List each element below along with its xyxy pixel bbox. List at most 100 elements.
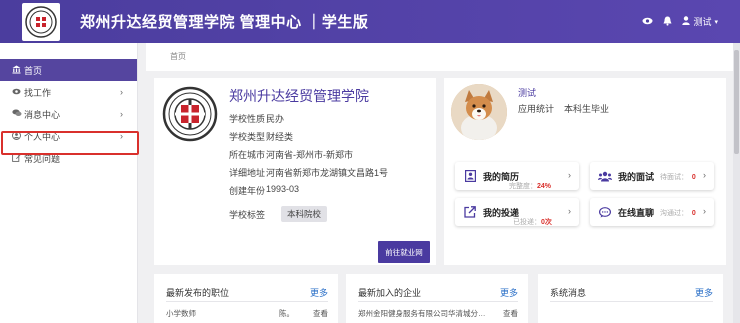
user-icon [682, 16, 691, 27]
user-major: 应用统计 [518, 104, 555, 114]
job-title: 小学数师 [166, 309, 196, 318]
breadcrumb: 首页 [146, 43, 733, 71]
info-value: 民办 [266, 114, 285, 124]
user-name: 测试 [693, 17, 712, 27]
my-resume-card[interactable]: 我的简历 完整度：24% › [455, 162, 579, 190]
sidebar-item-label: 找工作 [24, 87, 52, 98]
info-row-founded: 创建年份 1993-03 [229, 184, 299, 197]
section-title: 系统消息 [550, 288, 587, 298]
bank-icon [12, 65, 24, 76]
section-title: 最新加入的企业 [358, 288, 422, 298]
school-emblem-icon [162, 86, 218, 142]
chat-icon [12, 109, 24, 119]
interview-count: 待面试： 0 [660, 172, 696, 182]
info-value: 财经类 [266, 132, 294, 142]
user-education: 应用统计 本科生毕业 [518, 102, 609, 115]
quick-sub-value: 24% [537, 183, 552, 190]
scrollbar-thumb[interactable] [734, 50, 739, 154]
my-interview-card[interactable]: 我的面试 待面试： 0 › [590, 162, 714, 190]
school-info-card: 郑州升达经贸管理学院 学校性质 民办 学校类型 财经类 所在城市 河南省-郑州市… [154, 78, 436, 265]
info-value: 1993-03 [266, 184, 300, 194]
school-logo[interactable] [22, 2, 60, 41]
quick-label: 我的面试 [618, 171, 655, 182]
sidebar-item-home[interactable]: 首页 [0, 59, 137, 81]
user-degree: 本科生毕业 [564, 104, 610, 114]
users-icon [598, 169, 612, 183]
section-title: 最新发布的职位 [166, 288, 230, 298]
chat-count: 沟通过： 0 [660, 208, 696, 218]
avatar[interactable] [451, 84, 507, 140]
delivery-count: 已投递：0次 [513, 217, 552, 227]
info-value: 河南省-郑州市-新郑市 [266, 150, 353, 160]
chat-bubble-icon [598, 205, 612, 219]
info-key: 学校类型 [229, 132, 266, 142]
eye-icon[interactable] [642, 17, 653, 27]
quick-sub-value: 0 [691, 174, 696, 181]
quick-sub-label: 完整度： [509, 183, 537, 190]
school-tag: 本科院校 [281, 206, 328, 222]
sidebar: 首页 找工作 › 消息中心 › 个人中心 › 常见问题 [0, 43, 139, 323]
user-display-name: 测试 [518, 88, 537, 98]
info-key: 详细地址 [229, 168, 266, 178]
divider [358, 301, 518, 302]
resume-icon [463, 169, 477, 183]
quick-sub-value: 0次 [541, 219, 552, 226]
chevron-right-icon: › [120, 87, 123, 97]
user-menu[interactable]: 测试 ▾ [682, 15, 718, 28]
quick-label: 在线直聊 [618, 207, 655, 218]
highlight-outline [1, 131, 139, 155]
more-link[interactable]: 更多 [695, 286, 713, 299]
chevron-right-icon: › [568, 206, 571, 216]
quick-sub-label: 沟通过： [660, 210, 688, 217]
company-name: 郑州金阳健身服务有限公司华清城分… [358, 309, 486, 318]
quick-sub-label: 已投递： [513, 219, 541, 226]
divider [166, 301, 328, 302]
quick-sub-value: 0 [691, 210, 696, 217]
main-content: 首页 郑州升达经贸管理学院 学校性质 民办 学校类型 财经类 所在城市 河南省-… [146, 43, 740, 323]
info-row-city: 所在城市 河南省-郑州市-新郑市 [229, 148, 353, 161]
info-key: 学校性质 [229, 114, 266, 124]
list-item[interactable]: 小学数师 陈。 查看 [166, 308, 328, 319]
resume-completeness: 完整度：24% [509, 181, 551, 191]
info-key: 创建年份 [229, 186, 266, 196]
chevron-right-icon: › [568, 170, 571, 180]
sidebar-item-find-job[interactable]: 找工作 › [0, 81, 137, 103]
school-emblem-icon [25, 5, 57, 38]
list-item[interactable]: 郑州金阳健身服务有限公司华清城分… 查看 [358, 308, 518, 319]
school-name: 郑州升达经贸管理学院 [229, 88, 369, 104]
info-key: 所在城市 [229, 150, 266, 160]
eye-icon [12, 88, 24, 97]
view-link[interactable]: 查看 [313, 308, 328, 319]
header-title: 郑州升达经贸管理学院 管理中心 ｜学生版 [80, 14, 369, 31]
dog-avatar-image [451, 84, 507, 140]
go-to-employment-site-button[interactable]: 前往就业网 [378, 241, 430, 263]
system-messages-section: 系统消息 更多 [538, 274, 723, 323]
latest-companies-section: 最新加入的企业 更多 郑州金阳健身服务有限公司华清城分… 查看 [346, 274, 528, 323]
job-location: 陈。 [279, 309, 294, 318]
sidebar-item-label: 消息中心 [24, 109, 61, 120]
user-profile-card: 测试 应用统计 本科生毕业 我的简历 完整度：24% › 我的面试 待面试： 0… [444, 78, 726, 265]
sidebar-item-messages[interactable]: 消息中心 › [0, 103, 137, 125]
info-value: 河南省新郑市龙湖镇文昌路1号 [266, 168, 389, 178]
latest-jobs-section: 最新发布的职位 更多 小学数师 陈。 查看 [154, 274, 338, 323]
chevron-right-icon: › [120, 109, 123, 119]
top-header: 郑州升达经贸管理学院 管理中心 ｜学生版 测试 ▾ [0, 0, 740, 43]
school-emblem [162, 86, 218, 142]
info-row-nature: 学校性质 民办 [229, 112, 284, 125]
caret-down-icon: ▾ [714, 18, 718, 26]
online-chat-card[interactable]: 在线直聊 沟通过： 0 › [590, 198, 714, 226]
chevron-right-icon: › [703, 206, 706, 216]
chevron-right-icon: › [703, 170, 706, 180]
bell-icon[interactable] [663, 16, 672, 28]
info-row-address: 详细地址 河南省新郑市龙湖镇文昌路1号 [229, 166, 388, 179]
info-key: 学校标签 [229, 209, 266, 220]
more-link[interactable]: 更多 [500, 286, 518, 299]
quick-sub-label: 待面试： [660, 174, 688, 181]
sidebar-item-label: 首页 [24, 65, 43, 76]
divider [550, 301, 713, 302]
info-row-type: 学校类型 财经类 [229, 130, 293, 143]
external-link-icon [463, 205, 477, 219]
view-link[interactable]: 查看 [503, 308, 518, 319]
my-delivery-card[interactable]: 我的投递 已投递：0次 › [455, 198, 579, 226]
more-link[interactable]: 更多 [310, 286, 328, 299]
